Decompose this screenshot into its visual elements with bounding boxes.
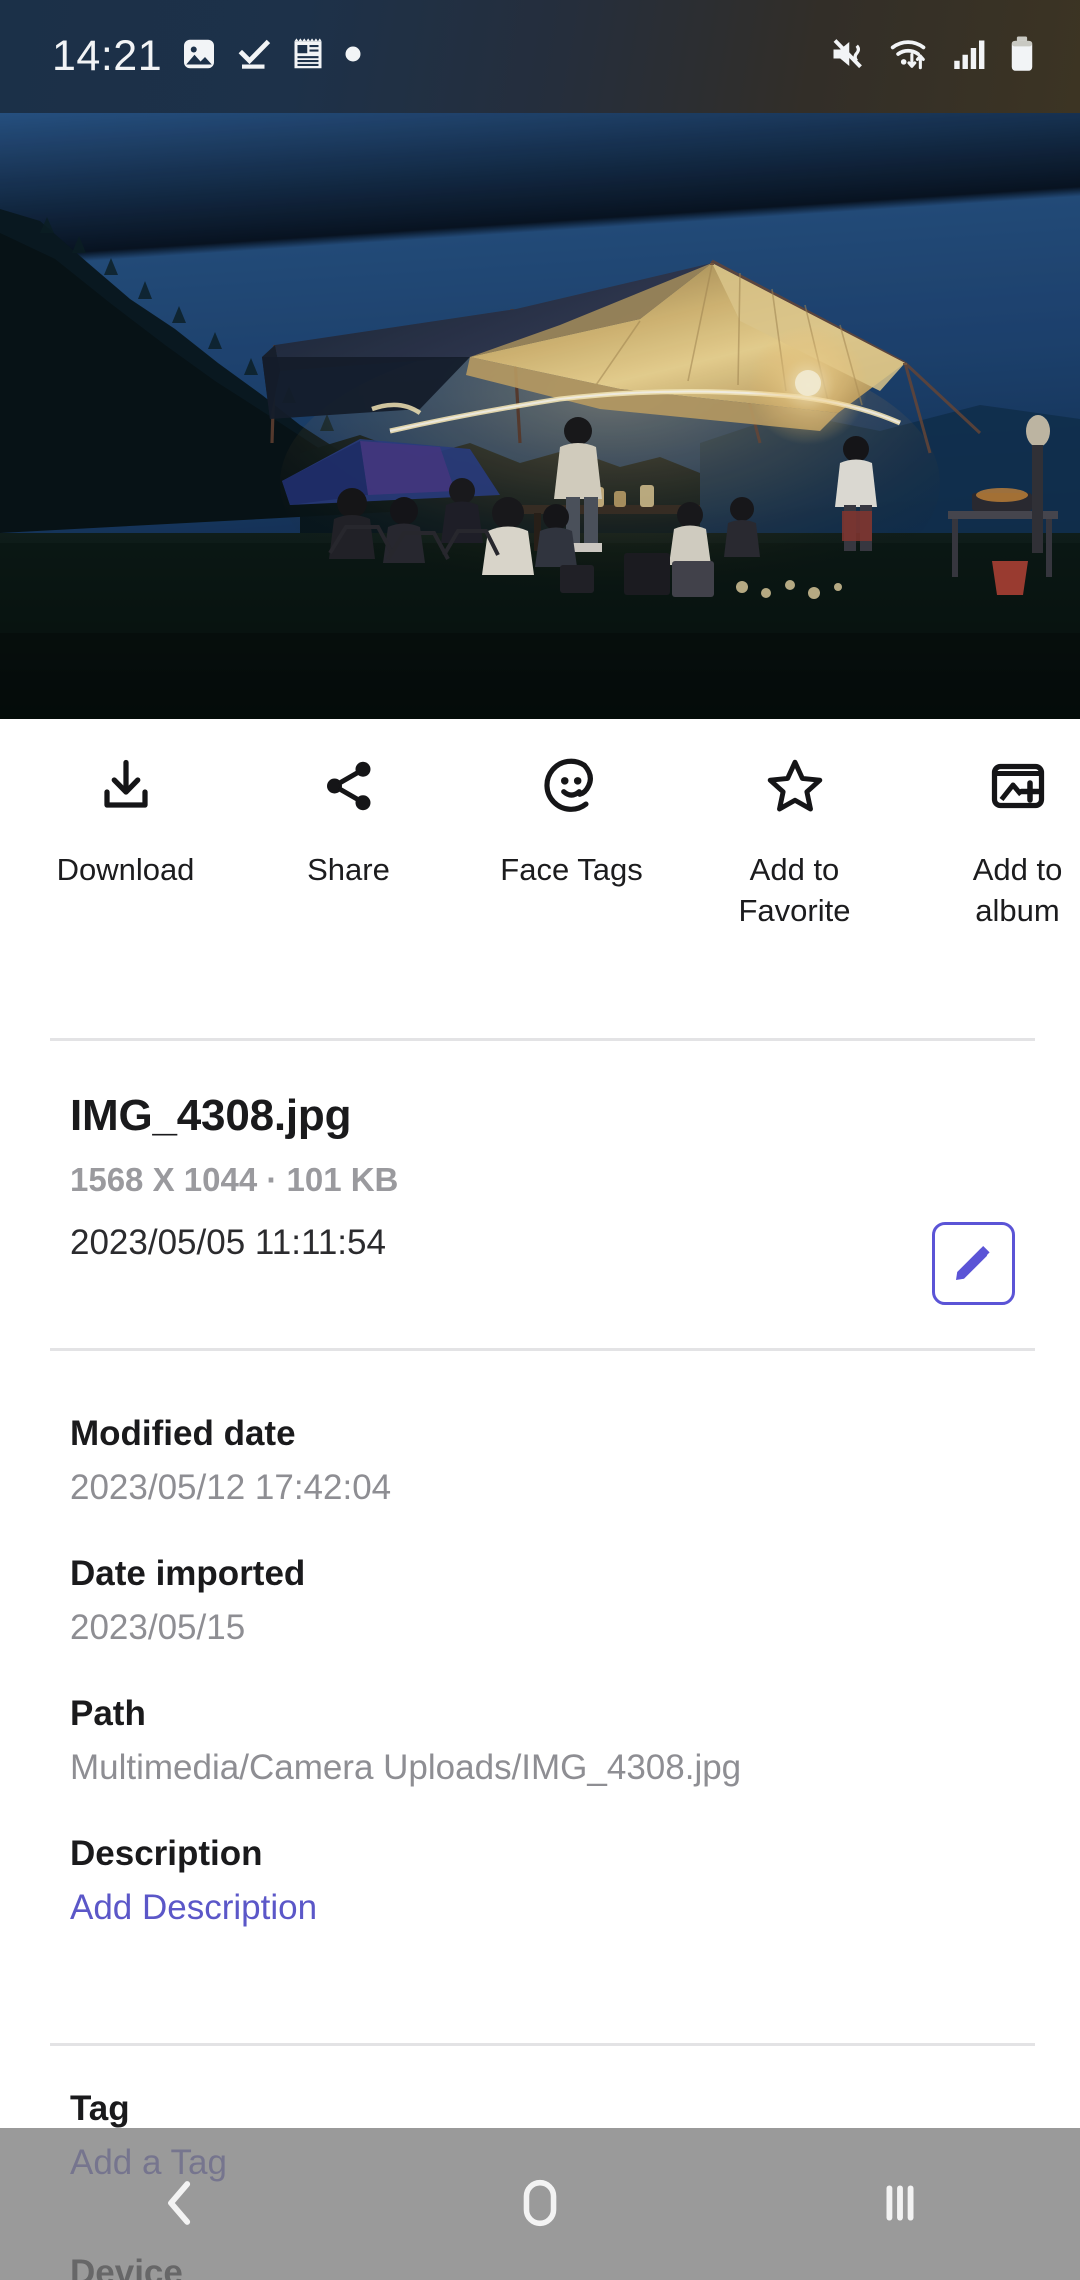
status-bar: 14:21 bbox=[0, 0, 1080, 113]
action-face-tags[interactable]: Face Tags bbox=[460, 719, 683, 890]
dot-icon bbox=[344, 45, 362, 68]
add-description-link[interactable]: Add Description bbox=[70, 1887, 1010, 1929]
action-add-to-favorite[interactable]: Add to Favorite bbox=[683, 719, 906, 931]
back-button[interactable] bbox=[0, 2128, 360, 2280]
photo-preview[interactable] bbox=[0, 113, 1080, 719]
download-icon bbox=[96, 753, 156, 819]
notepad-icon bbox=[291, 36, 325, 77]
detail-label: Date imported bbox=[70, 1554, 306, 1593]
wifi-icon bbox=[890, 35, 932, 78]
action-add-to-album[interactable]: Add to album bbox=[906, 719, 1080, 931]
battery-icon bbox=[1008, 35, 1036, 78]
signal-bars-icon bbox=[952, 36, 988, 77]
navigation-bar bbox=[0, 2128, 1080, 2280]
action-label: Share bbox=[307, 852, 390, 887]
file-capture-date: 2023/05/05 11:11:54 bbox=[70, 1222, 386, 1262]
file-specs: 1568 X 1044 · 101 KB bbox=[70, 1160, 399, 1198]
tag-label: Tag bbox=[70, 2089, 130, 2128]
detail-value: 2023/05/12 17:42:04 bbox=[70, 1468, 392, 1507]
edit-button[interactable] bbox=[932, 1222, 1015, 1305]
detail-row-path: Path Multimedia/Camera Uploads/IMG_4308.… bbox=[70, 1693, 1010, 1789]
detail-value: Multimedia/Camera Uploads/IMG_4308.jpg bbox=[70, 1748, 742, 1787]
detail-row-date-imported: Date imported 2023/05/15 bbox=[70, 1553, 1010, 1649]
photo-detail-screen: 14:21 Download Share Face Tags Add to Fa… bbox=[0, 0, 1080, 2280]
divider-bottom bbox=[50, 2043, 1035, 2046]
home-icon bbox=[511, 2174, 569, 2235]
detail-value: 2023/05/15 bbox=[70, 1608, 246, 1647]
divider-middle bbox=[50, 1348, 1035, 1351]
camping-photo bbox=[0, 113, 1080, 719]
status-clock: 14:21 bbox=[52, 32, 163, 80]
detail-label: Path bbox=[70, 1694, 146, 1733]
detail-list: Modified date 2023/05/12 17:42:04 Date i… bbox=[0, 1413, 1080, 1973]
gallery-icon bbox=[181, 36, 217, 77]
star-icon bbox=[764, 753, 826, 819]
add-to-album-icon bbox=[988, 753, 1048, 819]
status-bar-left: 14:21 bbox=[52, 35, 362, 78]
detail-label: Modified date bbox=[70, 1414, 296, 1453]
divider-top bbox=[50, 1038, 1035, 1041]
action-label: Add to Favorite bbox=[738, 852, 851, 929]
pencil-icon bbox=[950, 1238, 998, 1289]
action-download[interactable]: Download bbox=[14, 719, 237, 890]
action-label: Download bbox=[56, 852, 195, 887]
detail-row-description: Description Add Description bbox=[70, 1833, 1010, 1929]
download-complete-icon bbox=[236, 36, 272, 77]
home-button[interactable] bbox=[360, 2128, 720, 2280]
back-icon bbox=[153, 2176, 207, 2233]
mute-vibrate-icon bbox=[830, 36, 870, 77]
file-header: IMG_4308.jpg 1568 X 1044 · 101 KB 2023/0… bbox=[0, 1090, 1080, 1264]
face-tags-icon bbox=[541, 753, 603, 819]
file-name: IMG_4308.jpg bbox=[70, 1091, 352, 1140]
action-share[interactable]: Share bbox=[237, 719, 460, 890]
recents-icon bbox=[873, 2176, 927, 2233]
action-label: Face Tags bbox=[500, 852, 643, 887]
share-icon bbox=[319, 753, 379, 819]
action-label: Add to album bbox=[972, 852, 1063, 929]
recents-button[interactable] bbox=[720, 2128, 1080, 2280]
status-bar-right bbox=[830, 35, 1036, 78]
action-bar: Download Share Face Tags Add to Favorite… bbox=[0, 719, 1080, 999]
detail-label: Description bbox=[70, 1834, 263, 1873]
detail-row-modified-date: Modified date 2023/05/12 17:42:04 bbox=[70, 1413, 1010, 1509]
